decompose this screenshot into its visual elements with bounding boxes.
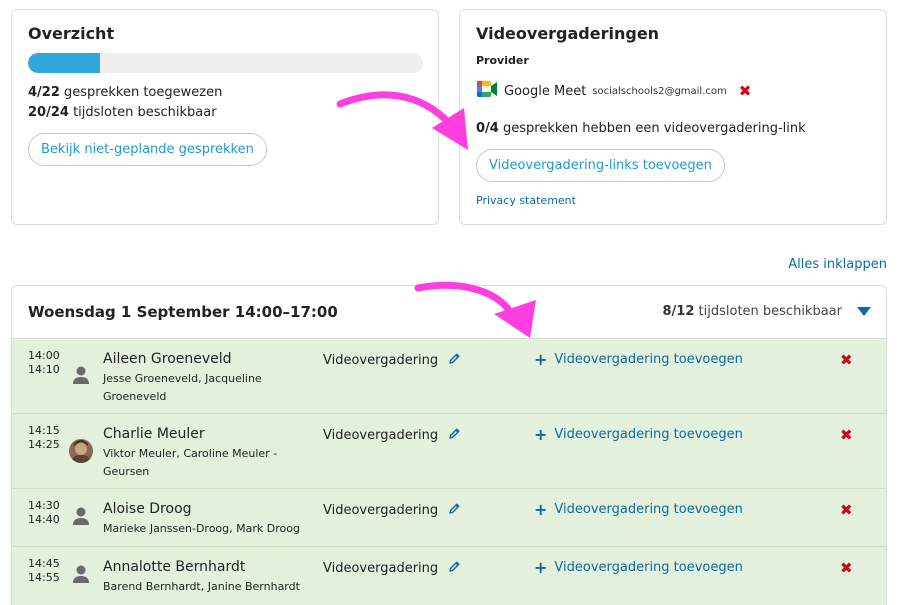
slot-time: 14:15 14:25 <box>28 424 60 452</box>
add-video-meeting-label: Videovergadering toevoegen <box>554 427 743 442</box>
privacy-statement-link[interactable]: Privacy statement <box>476 194 576 207</box>
slot-end-time: 14:10 <box>28 363 60 376</box>
add-video-meeting-label: Videovergadering toevoegen <box>554 352 743 367</box>
google-meet-icon <box>476 80 498 102</box>
collapse-all-link[interactable]: Alles inklappen <box>788 257 887 272</box>
parent-names: Viktor Meuler, Caroline Meuler - Geursen <box>103 447 278 478</box>
add-video-meeting-link[interactable]: + Videovergadering toevoegen <box>534 425 743 444</box>
video-card: Videovergaderingen Provider Google Meet … <box>459 9 887 225</box>
day-header[interactable]: Woensdag 1 September 14:00–17:00 8/12 ti… <box>12 286 886 339</box>
add-video-meeting-label: Videovergadering toevoegen <box>554 502 743 517</box>
remove-slot-icon[interactable]: ✖ <box>840 353 853 368</box>
parent-names: Jesse Groeneveld, Jacqueline Groeneveld <box>103 372 262 403</box>
add-video-meeting-link[interactable]: + Videovergadering toevoegen <box>534 558 743 577</box>
provider-row: Google Meet socialschools2@gmail.com ✖ <box>476 80 751 102</box>
person-icon <box>68 561 94 587</box>
assigned-stat: 4/22 gesprekken toegewezen <box>28 85 222 100</box>
plus-icon: + <box>534 558 548 577</box>
edit-pencil-icon[interactable] <box>448 352 461 369</box>
slot-start-time: 14:30 <box>28 499 60 512</box>
meeting-type: Videovergadering <box>323 427 461 444</box>
provider-label: Provider <box>476 54 529 67</box>
assigned-text: gesprekken toegewezen <box>64 85 223 100</box>
assigned-count: 4/22 <box>28 85 60 100</box>
meeting-type-label: Videovergadering <box>323 428 439 443</box>
parent-names: Barend Bernhardt, Janine Bernhardt <box>103 580 300 593</box>
video-links-stat: 0/4 gesprekken hebben een videovergaderi… <box>476 121 806 136</box>
available-stat: 20/24 tijdsloten beschikbaar <box>28 105 217 120</box>
day-title: Woensdag 1 September 14:00–17:00 <box>28 303 338 321</box>
add-video-meeting-link[interactable]: + Videovergadering toevoegen <box>534 350 743 369</box>
assignment-progress-bar <box>28 53 423 73</box>
available-count: 20/24 <box>28 105 69 120</box>
provider-name: Google Meet <box>504 83 587 99</box>
student-name: Charlie Meuler <box>103 426 205 442</box>
slot-start-time: 14:00 <box>28 349 60 362</box>
meeting-type: Videovergadering <box>323 560 461 577</box>
slot-time: 14:00 14:10 <box>28 349 60 377</box>
meeting-type: Videovergadering <box>323 502 461 519</box>
day-slots-number: 8/12 <box>662 304 695 319</box>
day-slots-text: tijdsloten beschikbaar <box>698 304 842 319</box>
remove-slot-icon[interactable]: ✖ <box>840 561 853 576</box>
add-video-meeting-link[interactable]: + Videovergadering toevoegen <box>534 500 743 519</box>
slot-row: 14:15 14:25 Charlie Meuler Viktor Meuler… <box>12 414 886 489</box>
add-video-meeting-label: Videovergadering toevoegen <box>554 560 743 575</box>
collapse-day-icon[interactable] <box>857 307 871 316</box>
video-title: Videovergaderingen <box>476 24 660 43</box>
slot-end-time: 14:25 <box>28 438 60 451</box>
meeting-type-label: Videovergadering <box>323 561 439 576</box>
day-slots-count: 8/12 tijdsloten beschikbaar <box>663 304 843 319</box>
remove-provider-icon[interactable]: ✖ <box>739 83 752 99</box>
photo-avatar <box>68 438 94 464</box>
available-text: tijdsloten beschikbaar <box>73 105 217 120</box>
slot-row: 14:45 14:55 Annalotte Bernhardt Barend B… <box>12 547 886 605</box>
slot-end-time: 14:40 <box>28 513 60 526</box>
edit-pencil-icon[interactable] <box>448 427 461 444</box>
slot-row: 14:30 14:40 Aloise Droog Marieke Janssen… <box>12 489 886 547</box>
meeting-type-label: Videovergadering <box>323 353 439 368</box>
plus-icon: + <box>534 350 548 369</box>
provider-email: socialschools2@gmail.com <box>592 85 727 97</box>
remove-slot-icon[interactable]: ✖ <box>840 428 853 443</box>
slot-row: 14:00 14:10 Aileen Groeneveld Jesse Groe… <box>12 339 886 414</box>
plus-icon: + <box>534 425 548 444</box>
edit-pencil-icon[interactable] <box>448 560 461 577</box>
slot-time: 14:45 14:55 <box>28 557 60 585</box>
slot-start-time: 14:15 <box>28 424 60 437</box>
slot-start-time: 14:45 <box>28 557 60 570</box>
plus-icon: + <box>534 500 548 519</box>
video-links-text: gesprekken hebben een videovergadering-l… <box>502 121 806 136</box>
parent-names: Marieke Janssen-Droog, Mark Droog <box>103 522 300 535</box>
slot-time: 14:30 14:40 <box>28 499 60 527</box>
overview-title: Overzicht <box>28 24 115 43</box>
student-name: Aileen Groeneveld <box>103 351 232 367</box>
student-name: Aloise Droog <box>103 501 192 517</box>
meeting-type: Videovergadering <box>323 352 461 369</box>
view-unscheduled-button[interactable]: Bekijk niet-geplande gesprekken <box>28 133 267 166</box>
person-icon <box>68 503 94 529</box>
day-panel: Woensdag 1 September 14:00–17:00 8/12 ti… <box>11 285 887 605</box>
meeting-type-label: Videovergadering <box>323 503 439 518</box>
person-icon <box>68 362 94 388</box>
remove-slot-icon[interactable]: ✖ <box>840 503 853 518</box>
edit-pencil-icon[interactable] <box>448 502 461 519</box>
student-name: Annalotte Bernhardt <box>103 559 246 575</box>
assignment-progress-fill <box>28 53 100 73</box>
add-video-links-button[interactable]: Videovergadering-links toevoegen <box>476 149 725 182</box>
slot-end-time: 14:55 <box>28 571 60 584</box>
overview-card: Overzicht 4/22 gesprekken toegewezen 20/… <box>11 9 439 225</box>
video-links-count: 0/4 <box>476 121 499 136</box>
